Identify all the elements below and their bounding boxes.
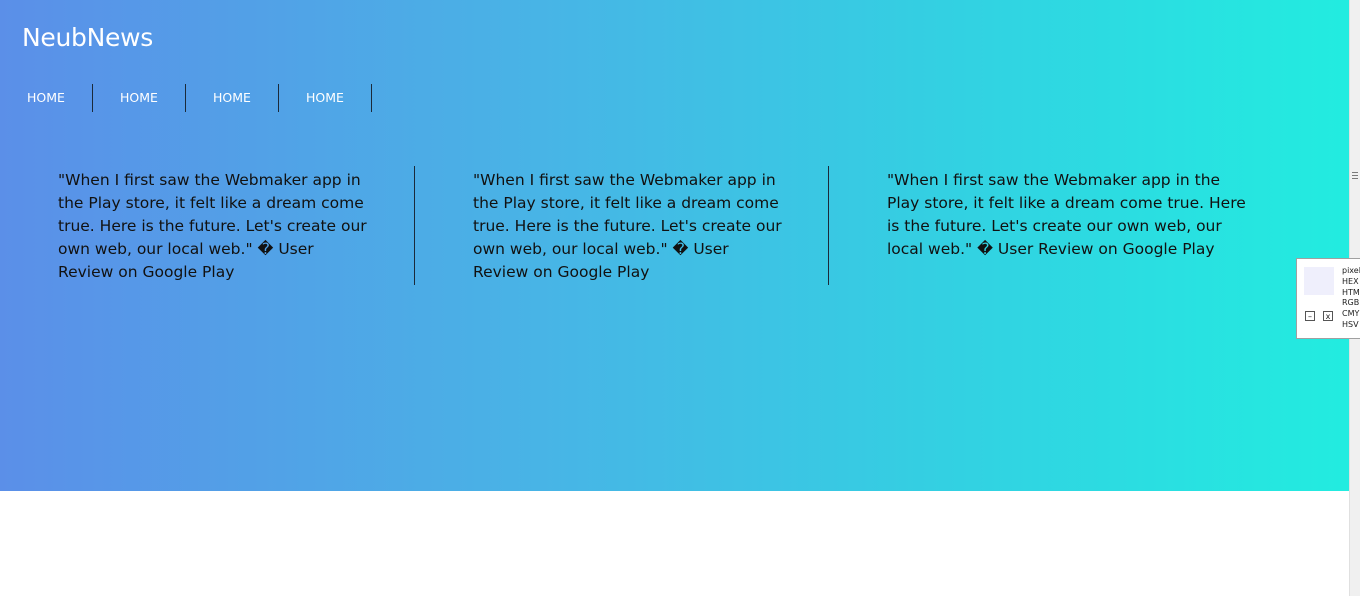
hero-section: NeubNews HOME HOME HOME HOME "When I fir…: [0, 0, 1349, 491]
main-nav: HOME HOME HOME HOME: [0, 84, 372, 112]
scroll-grip: [1352, 172, 1358, 173]
picker-label: HSV: [1342, 319, 1359, 329]
nav-item-home-4[interactable]: HOME: [279, 84, 372, 112]
testimonial-text: "When I first saw the Webmaker app in th…: [887, 171, 1246, 258]
nav-item-home-3[interactable]: HOME: [186, 84, 279, 112]
nav-item-home-1[interactable]: HOME: [0, 84, 93, 112]
testimonial-text: "When I first saw the Webmaker app in th…: [58, 171, 367, 281]
picker-label: HTM: [1342, 287, 1360, 297]
picker-label: CMY: [1342, 309, 1360, 319]
picker-label: RGB: [1342, 298, 1360, 308]
testimonial-2: "When I first saw the Webmaker app in th…: [473, 166, 783, 285]
testimonials: "When I first saw the Webmaker app in th…: [0, 166, 1349, 286]
column-divider: [414, 166, 415, 285]
testimonial-1: "When I first saw the Webmaker app in th…: [58, 166, 368, 285]
color-picker-widget: pixel HEX HTM RGB CMY HSV – x: [1296, 258, 1360, 339]
scroll-grip: [1352, 175, 1358, 176]
testimonial-text: "When I first saw the Webmaker app in th…: [473, 171, 782, 281]
site-logo[interactable]: NeubNews: [22, 23, 153, 52]
nav-item-home-2[interactable]: HOME: [93, 84, 186, 112]
color-picker-labels: pixel HEX HTM RGB CMY HSV: [1342, 266, 1360, 331]
picker-label: pixel: [1342, 266, 1360, 275]
color-swatch: [1304, 267, 1334, 295]
picker-label: HEX: [1342, 276, 1359, 286]
testimonial-3: "When I first saw the Webmaker app in th…: [887, 166, 1252, 285]
scroll-grip: [1352, 178, 1358, 179]
page: NeubNews HOME HOME HOME HOME "When I fir…: [0, 0, 1360, 596]
column-divider: [828, 166, 829, 285]
minimize-button[interactable]: –: [1305, 311, 1315, 321]
close-button[interactable]: x: [1323, 311, 1333, 321]
